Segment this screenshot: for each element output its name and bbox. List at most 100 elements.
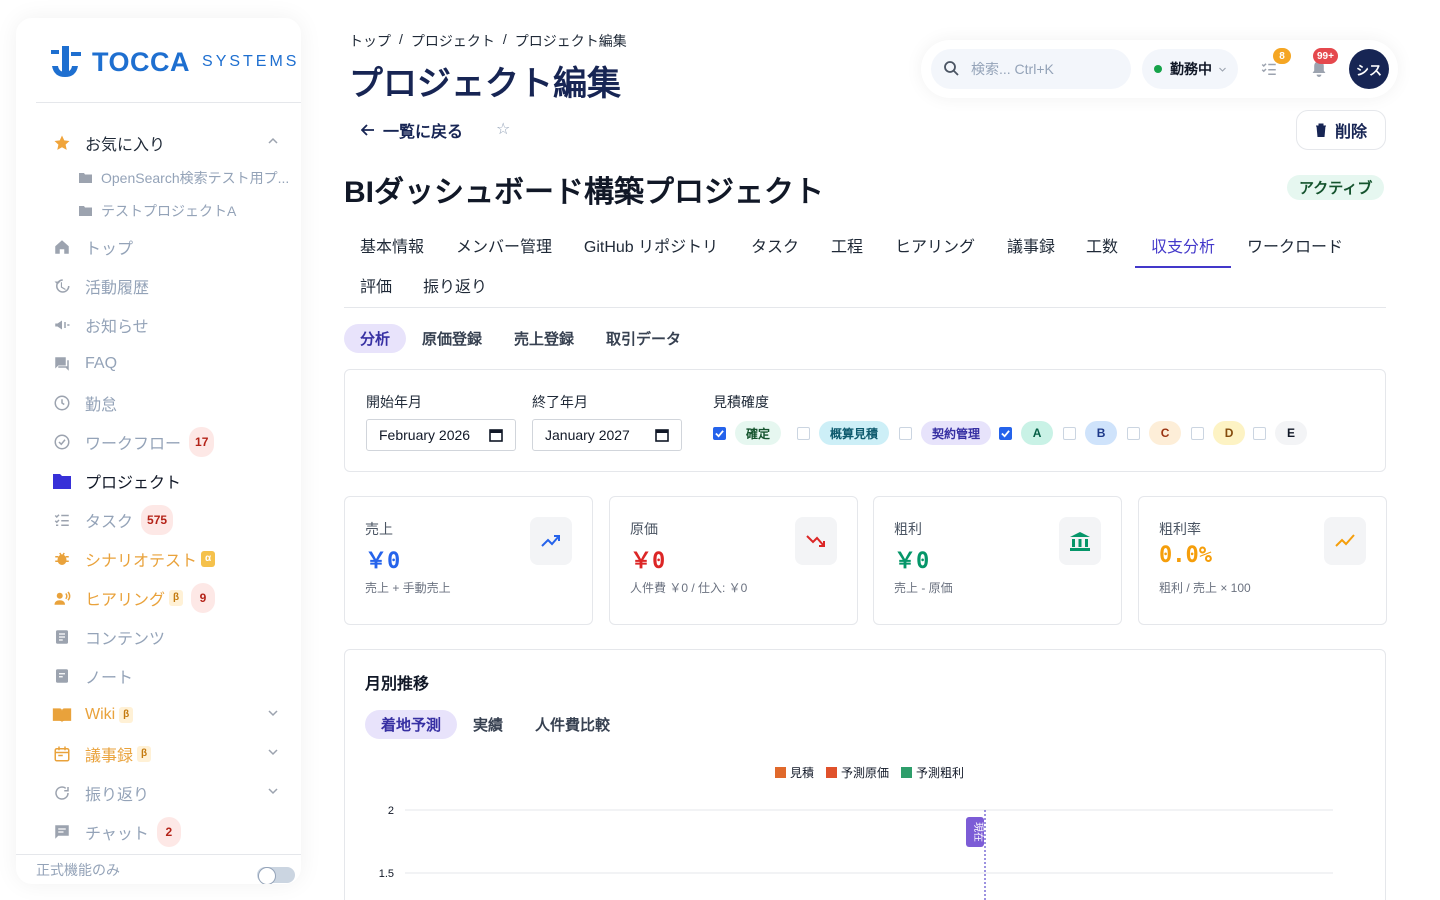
accuracy-checkbox[interactable] xyxy=(1191,426,1205,440)
chevron-down-icon[interactable] xyxy=(267,745,279,763)
chart-tab-labor-cost[interactable]: 人件費比較 xyxy=(519,710,626,739)
kpi-card-gross-profit: 粗利 ￥0 売上 - 原価 xyxy=(873,496,1122,625)
legend-item[interactable]: 予測粗利 xyxy=(901,764,964,781)
kpi-label: 粗利率 xyxy=(1159,521,1201,537)
sidebar-item-retrospective[interactable]: 振り返り xyxy=(16,773,301,812)
tab-hearing[interactable]: ヒアリング xyxy=(878,225,992,265)
stable-only-label: 正式機能のみ xyxy=(36,861,120,878)
favorite-star-icon[interactable]: ☆ xyxy=(496,119,510,139)
delete-button[interactable]: 削除 xyxy=(1296,110,1386,150)
tab-man-hours[interactable]: 工数 xyxy=(1070,225,1134,265)
accuracy-chip: 概算見積 xyxy=(819,421,890,445)
sidebar-item-contents[interactable]: コンテンツ xyxy=(16,617,301,656)
tab-process[interactable]: 工程 xyxy=(816,225,878,265)
document-icon xyxy=(52,627,72,647)
accuracy-chip: C xyxy=(1149,421,1182,445)
sidebar-item-faq[interactable]: FAQ xyxy=(16,344,301,383)
tab-evaluation[interactable]: 評価 xyxy=(344,265,408,305)
subtab-transactions[interactable]: 取引データ xyxy=(590,324,697,353)
sidebar-item-news[interactable]: お知らせ xyxy=(16,305,301,344)
back-to-list-link[interactable]: 一覧に戻る xyxy=(361,118,463,142)
sidebar-item-note[interactable]: ノート xyxy=(16,656,301,695)
sidebar-item-workflow[interactable]: ワークフロー 17 xyxy=(16,422,301,461)
breadcrumb-project[interactable]: プロジェクト xyxy=(411,31,495,51)
accuracy-checkbox[interactable] xyxy=(1063,426,1077,440)
chevron-down-icon[interactable] xyxy=(267,784,279,802)
calendar-icon[interactable] xyxy=(655,428,669,442)
accuracy-chip: A xyxy=(1021,421,1054,445)
page-title: プロジェクト編集 xyxy=(349,65,621,103)
checklist-icon xyxy=(52,510,72,530)
sidebar-item-minutes[interactable]: 議事録 β xyxy=(16,734,301,773)
sidebar-item-project[interactable]: プロジェクト xyxy=(16,461,301,500)
clock-icon xyxy=(52,393,72,413)
sidebar-item-scenario-test[interactable]: シナリオテスト α xyxy=(16,539,301,578)
sidebar-favorite-item[interactable]: OpenSearch検索テスト用プ... xyxy=(16,161,301,194)
tab-profit-analysis[interactable]: 収支分析 xyxy=(1135,225,1231,268)
sidebar-item-chat[interactable]: チャット 2 xyxy=(16,812,301,851)
chevron-down-icon[interactable] xyxy=(267,706,279,724)
bug-icon xyxy=(52,549,72,569)
tab-basic-info[interactable]: 基本情報 xyxy=(344,225,440,265)
count-badge: 17 xyxy=(189,426,215,457)
tab-minutes[interactable]: 議事録 xyxy=(992,225,1070,265)
beta-tag: β xyxy=(169,589,184,606)
stable-only-toggle[interactable] xyxy=(257,867,295,884)
tab-task[interactable]: タスク xyxy=(734,225,816,265)
logo-mark-icon xyxy=(51,46,81,77)
sidebar-item-task[interactable]: タスク 575 xyxy=(16,500,301,539)
user-avatar[interactable]: シス xyxy=(1349,49,1389,89)
tab-workload[interactable]: ワークロード xyxy=(1231,225,1359,265)
start-month-input[interactable]: February 2026 xyxy=(366,419,516,451)
subtab-sales-entry[interactable]: 売上登録 xyxy=(498,324,590,353)
accuracy-checkbox[interactable] xyxy=(797,426,811,440)
sidebar-item-hearing[interactable]: ヒアリング β 9 xyxy=(16,578,301,617)
end-month-input[interactable]: January 2027 xyxy=(532,419,682,451)
breadcrumb-top[interactable]: トップ xyxy=(349,31,391,51)
sidebar-favorites[interactable]: お気に入り xyxy=(16,125,301,161)
sidebar-item-label: ヒアリング xyxy=(85,591,166,609)
tab-retrospective[interactable]: 振り返り xyxy=(408,265,502,305)
check-circle-icon xyxy=(52,432,72,452)
chart-tab-forecast[interactable]: 着地予測 xyxy=(365,710,458,739)
sidebar-item-label: 振り返り xyxy=(85,786,150,804)
project-title: BIダッシュボード構築プロジェクト xyxy=(344,176,824,209)
chart-tab-actual[interactable]: 実績 xyxy=(457,710,519,739)
legend-label: 予測粗利 xyxy=(916,766,965,780)
note-icon xyxy=(52,666,72,686)
sidebar-item-wiki[interactable]: Wiki β xyxy=(16,695,301,734)
accuracy-checkbox[interactable] xyxy=(713,426,726,440)
folder-icon xyxy=(52,471,72,491)
accuracy-checkbox[interactable] xyxy=(999,426,1013,440)
search-input[interactable]: 検索... Ctrl+K xyxy=(931,49,1131,89)
chevron-up-icon[interactable] xyxy=(267,134,279,152)
tab-members[interactable]: メンバー管理 xyxy=(440,225,568,265)
subtab-cost-entry[interactable]: 原価登録 xyxy=(406,324,498,353)
alpha-tag: α xyxy=(201,550,216,567)
sidebar-item-label: タスク xyxy=(85,513,134,531)
legend-swatch xyxy=(775,767,786,778)
sidebar-item-attendance[interactable]: 勤怠 xyxy=(16,383,301,422)
legend-item[interactable]: 予測原価 xyxy=(826,764,889,781)
calendar-icon[interactable] xyxy=(489,428,503,442)
sidebar-favorite-item[interactable]: テストプロジェクトA xyxy=(16,194,301,227)
sidebar-item-top[interactable]: トップ xyxy=(16,227,301,266)
accuracy-checkbox[interactable] xyxy=(899,426,913,440)
sidebar-item-label: ノート xyxy=(85,669,134,687)
accuracy-checkbox[interactable] xyxy=(1253,426,1267,440)
accuracy-checkbox[interactable] xyxy=(1127,426,1141,440)
brand-name: TOCCA xyxy=(92,46,191,77)
work-status-dropdown[interactable]: 勤務中 xyxy=(1142,49,1238,89)
brand-logo[interactable]: TOCCA SYSTEMS xyxy=(48,44,299,80)
beta-tag: β xyxy=(119,706,134,723)
legend-item[interactable]: 見積 xyxy=(775,764,814,781)
status-dot xyxy=(1154,65,1162,73)
subtab-analysis[interactable]: 分析 xyxy=(344,324,407,353)
chevron-down-icon xyxy=(1219,67,1226,72)
profit-subtabs: 分析 原価登録 売上登録 取引データ xyxy=(344,324,697,353)
kpi-formula: 売上 - 原価 xyxy=(894,581,953,595)
tab-github[interactable]: GitHub リポジトリ xyxy=(568,225,734,265)
sidebar-item-history[interactable]: 活動履歴 xyxy=(16,266,301,305)
sidebar-item-label: テストプロジェクトA xyxy=(101,202,237,219)
kpi-label: 売上 xyxy=(365,521,393,537)
